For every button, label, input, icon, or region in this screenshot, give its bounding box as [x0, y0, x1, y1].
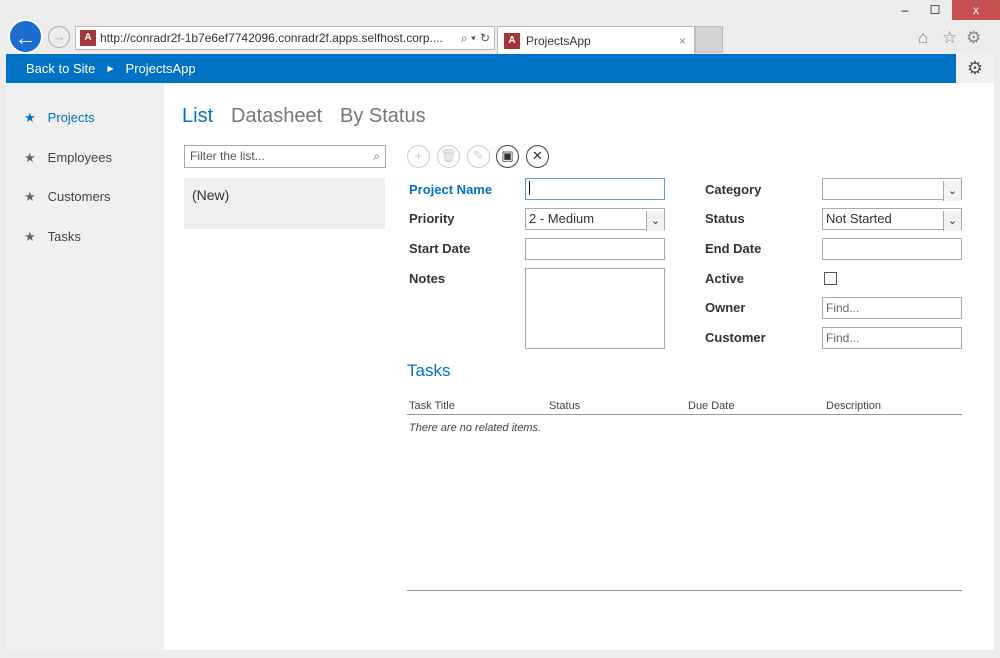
refresh-icon[interactable]: ↻ — [480, 31, 494, 45]
add-icon[interactable]: + — [407, 145, 430, 168]
view-tab-by-status[interactable]: By Status — [340, 105, 426, 128]
list-item-new[interactable]: (New) — [184, 178, 385, 229]
close-tab-icon[interactable]: × — [679, 34, 694, 48]
close-window-button[interactable]: x — [952, 0, 1000, 20]
search-icon[interactable]: ⌕ ▾ — [461, 31, 476, 46]
category-label: Category — [705, 182, 762, 197]
sidebar-item-label: Customers — [47, 189, 111, 204]
customer-label: Customer — [705, 330, 766, 345]
star-icon: ★ — [24, 150, 36, 165]
access-app-icon: A — [80, 30, 96, 46]
star-icon: ★ — [24, 110, 36, 125]
app-title-link[interactable]: ProjectsApp — [126, 61, 196, 76]
browser-tab[interactable]: A ProjectsApp × — [497, 26, 695, 54]
status-label: Status — [705, 211, 745, 226]
priority-value: 2 - Medium — [529, 211, 595, 226]
status-select[interactable]: Not Started ⌄ — [822, 208, 962, 231]
tasks-heading: Tasks — [407, 361, 451, 380]
favorites-star-icon[interactable]: ☆ — [942, 28, 957, 48]
sidebar-item-label: Projects — [47, 110, 95, 125]
back-to-site-link[interactable]: Back to Site — [26, 61, 95, 76]
active-checkbox[interactable] — [824, 272, 837, 285]
search-icon[interactable]: ⌕ — [373, 149, 380, 164]
owner-placeholder: Find... — [826, 301, 860, 315]
column-header-description: Description — [826, 400, 882, 412]
sidebar-item-tasks[interactable]: ★ Tasks — [24, 229, 81, 245]
category-select[interactable]: ⌄ — [822, 178, 962, 201]
access-app-icon: A — [504, 32, 520, 49]
sidebar-item-label: Employees — [47, 150, 112, 165]
suite-bar: Back to Site ▶ ProjectsApp — [6, 54, 956, 83]
new-tab-button[interactable] — [695, 26, 723, 53]
project-name-input[interactable] — [525, 178, 665, 200]
sidebar: ★ Projects ★ Employees ★ Customers ★ Tasks — [6, 83, 164, 650]
tools-gear-icon[interactable]: ⚙ — [966, 28, 981, 48]
edit-pencil-icon[interactable]: ✎ — [467, 145, 490, 168]
sidebar-item-customers[interactable]: ★ Customers — [24, 189, 111, 205]
column-header-due-date: Due Date — [688, 400, 735, 412]
settings-gear-icon[interactable]: ⚙ — [956, 54, 994, 83]
sidebar-item-employees[interactable]: ★ Employees — [24, 150, 112, 166]
maximize-button[interactable]: ☐ — [920, 0, 950, 20]
start-date-label: Start Date — [409, 241, 471, 256]
back-arrow-icon[interactable]: ← — [8, 19, 43, 54]
star-icon: ★ — [24, 189, 36, 204]
filter-placeholder: Filter the list... — [190, 149, 265, 163]
chevron-down-icon: ⌄ — [943, 211, 961, 231]
project-name-label: Project Name — [409, 182, 493, 197]
cancel-x-icon[interactable]: ✕ — [526, 145, 549, 168]
breadcrumb-arrow-icon: ▶ — [107, 64, 114, 73]
table-bottom-divider — [407, 590, 962, 591]
url-text: http://conradr2f-1b7e6ef7742096.conradr2… — [100, 31, 443, 45]
customer-input[interactable]: Find... — [822, 327, 962, 349]
delete-trash-icon[interactable]: 🗑 — [437, 145, 460, 168]
home-icon[interactable]: ⌂ — [918, 28, 928, 48]
sidebar-item-projects[interactable]: ★ Projects — [24, 110, 95, 126]
forward-arrow-icon[interactable]: → — [48, 26, 70, 48]
owner-label: Owner — [705, 300, 746, 315]
main-content: List Datasheet By Status Filter the list… — [164, 83, 994, 650]
filter-input[interactable]: Filter the list... ⌕ — [184, 145, 386, 168]
notes-textarea[interactable] — [525, 268, 665, 349]
tab-title: ProjectsApp — [526, 33, 591, 48]
end-date-label: End Date — [705, 241, 762, 256]
status-value: Not Started — [826, 211, 892, 226]
active-label: Active — [705, 271, 745, 286]
empty-message: There are no related items. — [409, 422, 542, 434]
chevron-down-icon: ⌄ — [943, 181, 961, 201]
chevron-down-icon: ⌄ — [646, 211, 664, 231]
column-header-task-title: Task Title — [409, 400, 455, 412]
save-disk-icon[interactable]: ▣ — [496, 145, 519, 168]
address-bar[interactable]: A http://conradr2f-1b7e6ef7742096.conrad… — [75, 26, 495, 50]
column-header-status: Status — [549, 400, 581, 412]
minimize-button[interactable]: ‒ — [890, 0, 920, 20]
priority-label: Priority — [409, 211, 455, 226]
customer-placeholder: Find... — [826, 331, 860, 345]
start-date-input[interactable] — [525, 238, 665, 260]
list-item-label: (New) — [192, 187, 230, 203]
sidebar-item-label: Tasks — [47, 229, 81, 244]
table-header-divider — [407, 414, 962, 415]
star-icon: ★ — [24, 229, 36, 244]
priority-select[interactable]: 2 - Medium ⌄ — [525, 208, 665, 231]
end-date-input[interactable] — [822, 238, 962, 260]
view-tab-datasheet[interactable]: Datasheet — [231, 105, 322, 128]
view-tab-list[interactable]: List — [182, 105, 213, 128]
notes-label: Notes — [409, 271, 446, 286]
owner-input[interactable]: Find... — [822, 297, 962, 319]
